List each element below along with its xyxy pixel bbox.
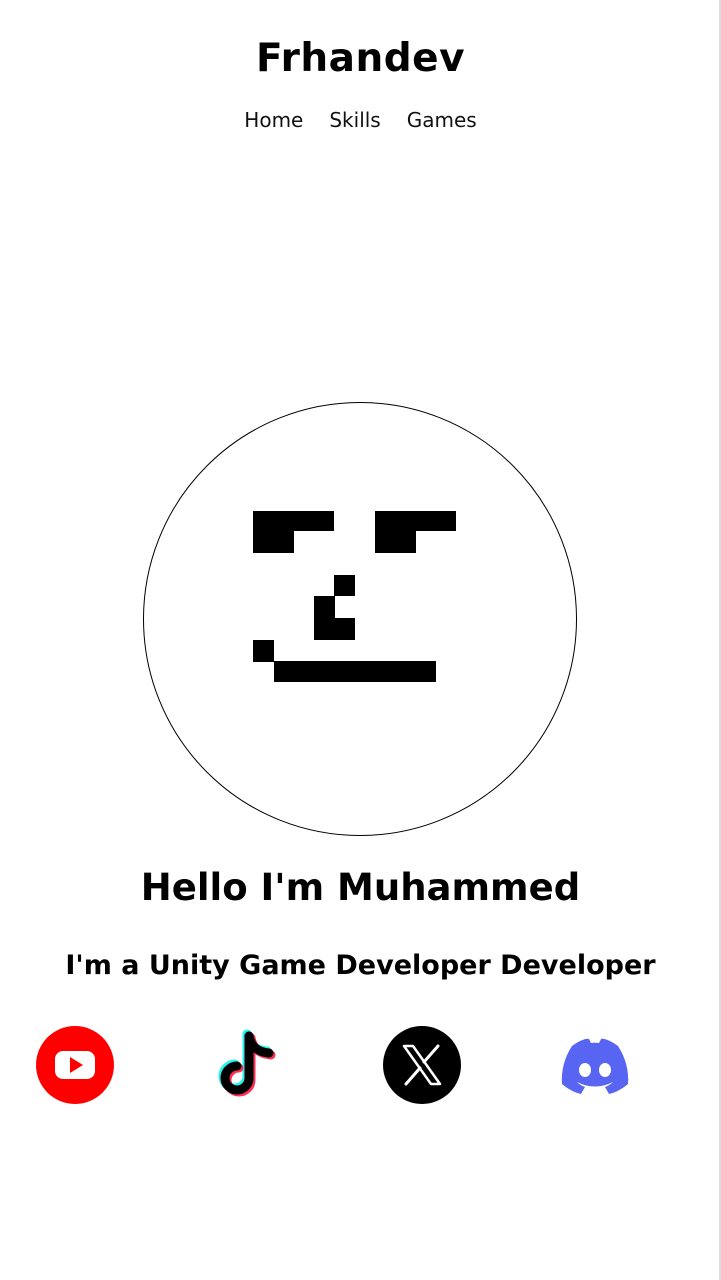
mouth-block — [274, 661, 436, 682]
social-links — [0, 1026, 721, 1106]
nav-skills-link[interactable]: Skills — [329, 108, 380, 132]
role-heading: I'm a Unity Game Developer Developer — [65, 950, 656, 981]
nose-top-block — [334, 575, 355, 596]
youtube-link[interactable] — [36, 1026, 114, 1104]
discord-icon — [561, 1038, 629, 1094]
youtube-icon — [36, 1026, 114, 1104]
x-icon — [383, 1026, 461, 1104]
nose-left-block — [314, 596, 335, 640]
avatar — [143, 402, 577, 836]
mouth-corner-block — [253, 640, 274, 662]
page: Frhandev Home Skills Games Hello I'm Muh… — [0, 0, 721, 1280]
greeting-heading: Hello I'm Muhammed — [140, 866, 581, 909]
site-brand[interactable]: Frhandev — [0, 36, 721, 81]
nose-bottom-block — [335, 618, 355, 640]
right-eyebrow-block — [375, 511, 456, 531]
left-eyebrow-block — [253, 511, 334, 531]
nav-home-link[interactable]: Home — [244, 108, 303, 132]
tiktok-icon — [218, 1029, 276, 1097]
right-eye-block — [375, 531, 416, 553]
discord-link[interactable] — [556, 1026, 634, 1104]
left-eye-block — [253, 531, 294, 553]
tiktok-link[interactable] — [209, 1026, 287, 1104]
main-nav: Home Skills Games — [0, 108, 721, 132]
x-link[interactable] — [383, 1026, 461, 1104]
nav-games-link[interactable]: Games — [407, 108, 477, 132]
pixel-smirk-face-icon — [253, 511, 456, 682]
